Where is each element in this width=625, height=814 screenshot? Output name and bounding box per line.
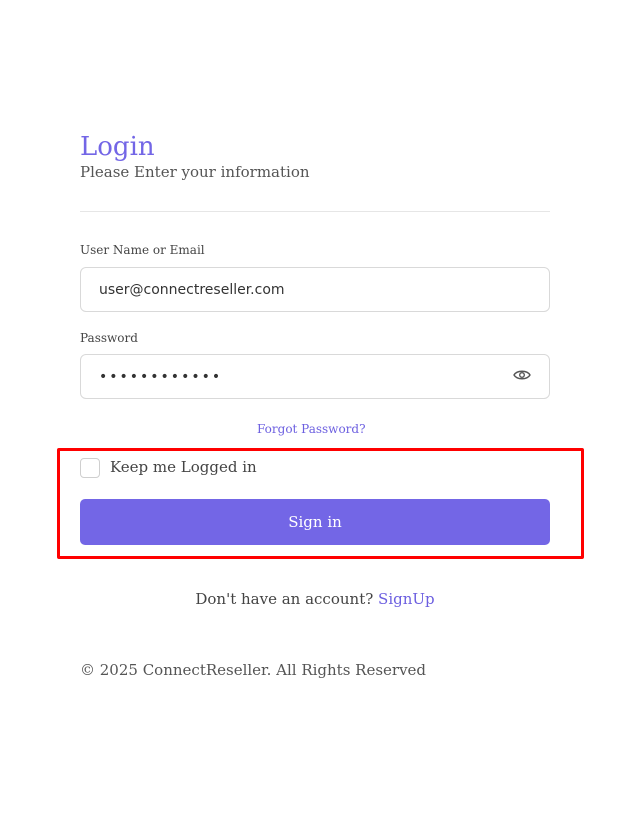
keep-logged-in-checkbox[interactable] bbox=[80, 458, 100, 478]
page-subtitle: Please Enter your information bbox=[80, 163, 310, 181]
signup-prompt: Don't have an account? SignUp bbox=[0, 589, 625, 609]
signup-link[interactable]: SignUp bbox=[378, 590, 435, 608]
sign-in-button[interactable]: Sign in bbox=[80, 499, 550, 545]
divider bbox=[80, 211, 550, 212]
password-label: Password bbox=[80, 331, 138, 345]
eye-icon[interactable] bbox=[513, 368, 531, 382]
signup-prompt-text: Don't have an account? bbox=[195, 590, 374, 608]
copyright: © 2025 ConnectReseller. All Rights Reser… bbox=[80, 661, 427, 679]
keep-logged-in-label[interactable]: Keep me Logged in bbox=[110, 457, 257, 477]
password-input[interactable] bbox=[80, 354, 550, 399]
forgot-password-link[interactable]: Forgot Password? bbox=[257, 421, 366, 437]
username-input[interactable] bbox=[80, 267, 550, 312]
page-title: Login bbox=[80, 132, 155, 163]
username-label: User Name or Email bbox=[80, 243, 205, 257]
